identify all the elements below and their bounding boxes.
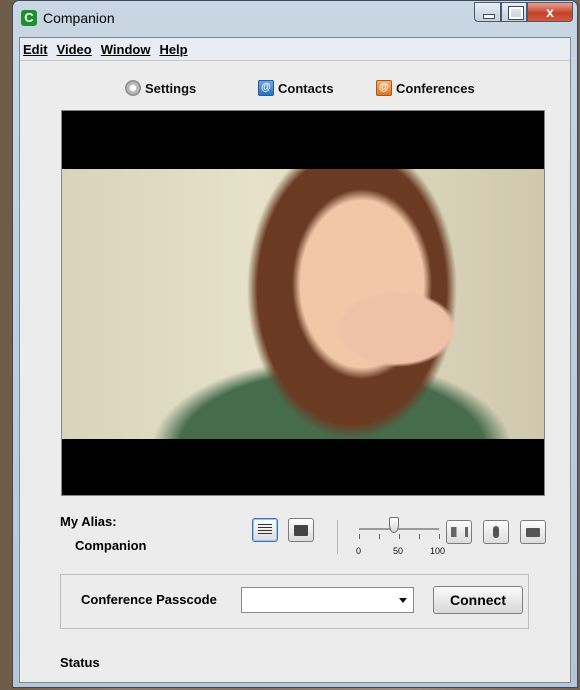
connect-button[interactable]: Connect [433, 586, 523, 614]
conferences-button[interactable]: Conferences [376, 80, 475, 96]
gear-icon [125, 80, 141, 96]
contacts-button[interactable]: Contacts [258, 80, 334, 96]
passcode-panel: Conference Passcode Connect [60, 574, 529, 629]
tick-mark [419, 534, 420, 539]
close-glyph: x [546, 4, 554, 20]
status-label: Status [60, 655, 100, 670]
passcode-label: Conference Passcode [81, 592, 217, 607]
conferences-icon [376, 80, 392, 96]
maximize-icon[interactable] [501, 2, 527, 22]
window-controls: x [474, 2, 573, 22]
list-view-button[interactable] [252, 518, 278, 542]
tick-mark [379, 534, 380, 539]
alias-label: My Alias: [60, 514, 117, 529]
conferences-label: Conferences [396, 80, 475, 96]
menu-window[interactable]: Window [101, 42, 151, 57]
menu-edit[interactable]: Edit [23, 42, 48, 57]
video-preview [61, 110, 545, 496]
video-frame [62, 169, 544, 439]
menu-bar: Edit Video Window Help [20, 38, 570, 61]
volume-slider-thumb[interactable] [389, 517, 399, 533]
passcode-combobox[interactable] [241, 587, 414, 613]
contacts-icon [258, 80, 274, 96]
title-bar[interactable]: C Companion x [13, 1, 577, 37]
menu-help[interactable]: Help [159, 42, 187, 57]
speaker-button[interactable] [446, 520, 472, 544]
tick-mark [359, 534, 360, 539]
volume-min-label: 0 [356, 546, 362, 556]
tick-mark [439, 534, 440, 539]
minimize-icon[interactable] [474, 2, 501, 22]
control-divider [337, 520, 338, 554]
settings-button[interactable]: Settings [125, 80, 196, 96]
menu-window-label: Window [100, 41, 151, 57]
photo-view-button[interactable] [288, 518, 314, 542]
microphone-icon [493, 526, 499, 538]
tick-mark [399, 534, 400, 539]
menu-video-label: Video [56, 41, 92, 57]
speaker-icon [450, 527, 468, 537]
menu-video[interactable]: Video [57, 42, 92, 57]
volume-mid-label: 50 [393, 546, 404, 556]
app-icon: C [21, 10, 37, 26]
list-view-icon [258, 524, 272, 536]
window-title: Companion [43, 10, 115, 26]
volume-slider-track[interactable] [359, 528, 439, 530]
video-camera-icon [526, 527, 540, 537]
dropdown-arrow-icon[interactable] [399, 598, 407, 603]
settings-label: Settings [145, 80, 197, 96]
toolbar: Settings Contacts Conferences [20, 80, 570, 102]
contacts-label: Contacts [278, 80, 334, 96]
close-icon[interactable]: x [527, 2, 573, 22]
microphone-button[interactable] [483, 520, 509, 544]
photo-view-icon [294, 524, 308, 536]
client-area: Edit Video Window Help Settings Contacts… [19, 37, 571, 683]
volume-max-label: 100 [430, 546, 446, 556]
app-window: C Companion x Edit Video Window Help Set… [12, 0, 578, 688]
menu-edit-label: Edit [23, 41, 48, 57]
menu-help-label: Help [159, 41, 188, 57]
video-camera-button[interactable] [520, 520, 546, 544]
alias-value: Companion [75, 538, 147, 553]
